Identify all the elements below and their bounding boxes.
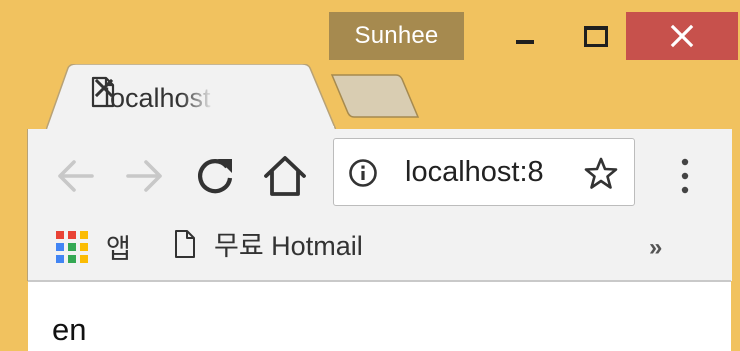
- home-icon[interactable]: [262, 153, 308, 199]
- bookmark-apps[interactable]: 앱: [56, 227, 131, 266]
- maximize-button[interactable]: [567, 12, 625, 60]
- minimize-icon: [516, 40, 534, 44]
- minimize-button[interactable]: [498, 12, 552, 60]
- profile-badge[interactable]: Sunhee: [329, 12, 464, 60]
- tab-content: localhost: [86, 76, 306, 120]
- tab-localhost[interactable]: localhost: [46, 64, 336, 130]
- forward-arrow-icon[interactable]: [122, 153, 168, 199]
- star-icon[interactable]: [584, 156, 618, 190]
- info-icon[interactable]: [348, 158, 378, 188]
- address-bar[interactable]: localhost:8: [333, 138, 635, 206]
- address-text[interactable]: localhost:8: [405, 139, 573, 205]
- browser-window: Sunhee localhost localhost:8 앱 무료 Hotmai…: [0, 0, 740, 351]
- page-body-text: en: [52, 312, 87, 347]
- maximize-icon: [584, 25, 608, 47]
- new-tab-button[interactable]: [330, 73, 420, 119]
- close-tab-icon[interactable]: [92, 76, 116, 100]
- bookmark-apps-label: 앱: [106, 234, 131, 264]
- page-content: en: [28, 282, 731, 351]
- kebab-menu-icon[interactable]: [673, 155, 697, 197]
- close-window-button[interactable]: [626, 12, 738, 60]
- back-arrow-icon[interactable]: [52, 153, 98, 199]
- bookmark-hotmail-label: 무료 Hotmail: [214, 231, 363, 261]
- bookmark-hotmail[interactable]: 무료 Hotmail: [174, 224, 363, 263]
- page-icon: [175, 229, 195, 258]
- apps-grid-icon: [56, 230, 88, 263]
- close-icon: [670, 24, 694, 48]
- tab-title: localhost: [104, 82, 211, 113]
- profile-name: Sunhee: [354, 22, 439, 49]
- reload-icon[interactable]: [192, 153, 238, 199]
- bookmarks-overflow-chevron-icon[interactable]: »: [649, 234, 662, 262]
